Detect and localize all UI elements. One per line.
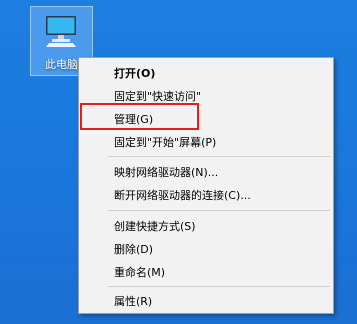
menu-item-disconnect-network-drive[interactable]: 断开网络驱动器的连接(C)... bbox=[79, 184, 333, 207]
menu-item-open[interactable]: 打开(O) bbox=[79, 62, 333, 85]
menu-item-map-network-drive[interactable]: 映射网络驱动器(N)... bbox=[79, 161, 333, 184]
menu-item-pin-quick-access[interactable]: 固定到"快速访问" bbox=[79, 85, 333, 108]
menu-item-pin-start[interactable]: 固定到"开始"屏幕(P) bbox=[79, 131, 333, 154]
computer-icon bbox=[46, 16, 76, 47]
menu-separator bbox=[108, 156, 330, 157]
menu-separator bbox=[108, 210, 330, 211]
menu-item-create-shortcut[interactable]: 创建快捷方式(S) bbox=[79, 215, 333, 238]
menu-item-manage[interactable]: 管理(G) bbox=[79, 108, 333, 131]
menu-item-rename[interactable]: 重命名(M) bbox=[79, 261, 333, 284]
context-menu: 打开(O) 固定到"快速访问" 管理(G) 固定到"开始"屏幕(P) 映射网络驱… bbox=[78, 57, 334, 314]
menu-separator bbox=[108, 286, 330, 287]
menu-item-properties[interactable]: 属性(R) bbox=[79, 290, 333, 313]
desktop[interactable]: 此电脑 打开(O) 固定到"快速访问" 管理(G) 固定到"开始"屏幕(P) 映… bbox=[0, 0, 357, 324]
menu-item-delete[interactable]: 删除(D) bbox=[79, 238, 333, 261]
